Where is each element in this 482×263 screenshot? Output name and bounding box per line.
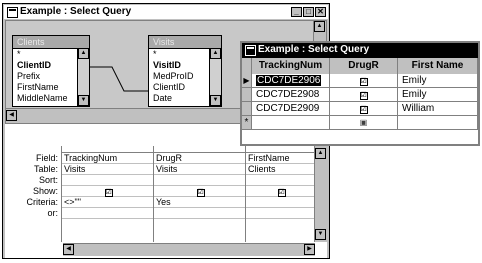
column-header-drugr[interactable]: DrugR bbox=[330, 58, 398, 74]
grid-criteria-cell[interactable]: Yes bbox=[154, 197, 245, 208]
minimize-button[interactable]: _ bbox=[291, 7, 302, 17]
show-checkbox[interactable]: ☑ bbox=[277, 189, 286, 197]
visits-scrollbar[interactable]: ▲ ▼ bbox=[209, 48, 221, 106]
drugr-checkbox[interactable]: ☑ bbox=[359, 106, 368, 114]
close-button[interactable]: ✕ bbox=[315, 7, 326, 17]
grid-field-cell[interactable]: TrackingNum bbox=[62, 153, 153, 164]
cell-trackingnum[interactable]: CDC7DE2908 bbox=[252, 88, 330, 102]
grid-vscroll[interactable]: ▲ ▼ bbox=[314, 146, 327, 242]
grid-label-show: Show: bbox=[32, 186, 58, 196]
grid-table-cell[interactable]: Visits bbox=[62, 164, 153, 175]
scroll-up-arrow-icon[interactable]: ▲ bbox=[314, 21, 325, 32]
grid-label-sort: Sort: bbox=[38, 175, 58, 185]
new-record-selector[interactable]: * bbox=[242, 116, 252, 130]
design-grid: Field: Table: Sort: Show: Criteria: or: … bbox=[5, 146, 327, 258]
scroll-left-arrow-icon[interactable]: ◀ bbox=[6, 110, 17, 121]
cell-drugr[interactable]: ☑ bbox=[330, 88, 398, 102]
cell-trackingnum[interactable]: CDC7DE2909 bbox=[252, 102, 330, 116]
scroll-up-arrow-icon[interactable]: ▲ bbox=[315, 148, 326, 159]
query-window-titlebar[interactable]: Example : Select Query _ □ ✕ bbox=[4, 5, 328, 19]
record-selector[interactable] bbox=[242, 88, 252, 102]
datasheet-titlebar[interactable]: Example : Select Query bbox=[242, 43, 478, 58]
cell-firstname[interactable]: Emily bbox=[398, 88, 478, 102]
drugr-checkbox[interactable]: ☑ bbox=[359, 92, 368, 100]
select-all-corner[interactable] bbox=[242, 58, 252, 74]
column-header-firstname[interactable]: First Name bbox=[398, 58, 478, 74]
grid-criteria-cell[interactable] bbox=[246, 197, 315, 208]
scroll-down-arrow-icon[interactable]: ▼ bbox=[78, 95, 89, 106]
scroll-down-arrow-icon[interactable]: ▼ bbox=[210, 95, 221, 106]
maximize-button[interactable]: □ bbox=[303, 7, 314, 17]
record-selector[interactable]: ▶ bbox=[242, 74, 252, 88]
scroll-down-arrow-icon[interactable]: ▼ bbox=[315, 229, 326, 240]
cell-trackingnum-value: CDC7DE2906 bbox=[256, 75, 322, 86]
cell-drugr[interactable]: ☑ bbox=[330, 102, 398, 116]
grid-field-cell[interactable]: DrugR bbox=[154, 153, 245, 164]
join-line[interactable] bbox=[90, 61, 150, 101]
new-cell-trackingnum[interactable] bbox=[252, 116, 330, 130]
cell-drugr[interactable]: ☑ bbox=[330, 74, 398, 88]
grid-label-field: Field: bbox=[35, 153, 58, 163]
cell-firstname[interactable]: Emily bbox=[398, 74, 478, 88]
cell-firstname[interactable]: William bbox=[398, 102, 478, 116]
clients-scrollbar[interactable]: ▲ ▼ bbox=[77, 48, 89, 106]
grid-criteria-cell[interactable]: <>"" bbox=[62, 197, 153, 208]
grid-table-cell[interactable]: Visits bbox=[154, 164, 245, 175]
cell-trackingnum[interactable]: CDC7DE2906 bbox=[252, 74, 330, 88]
grid-hscroll[interactable]: ◀ ▶ bbox=[63, 243, 315, 256]
show-checkbox[interactable]: ☑ bbox=[104, 189, 113, 197]
datasheet-body: TrackingNum DrugR First Name ▶ CDC7DE290… bbox=[242, 58, 478, 144]
grid-label-criteria: Criteria: bbox=[26, 197, 58, 207]
query-window-title: Example : Select Query bbox=[20, 6, 132, 17]
grid-table-cell[interactable]: Clients bbox=[246, 164, 315, 175]
grid-show-cell[interactable]: ☑ bbox=[246, 186, 315, 197]
clients-table-box[interactable]: Clients * ClientID Prefix FirstName Midd… bbox=[12, 35, 90, 107]
grid-label-or: or: bbox=[47, 208, 58, 218]
grid-label-table: Table: bbox=[33, 164, 58, 174]
scroll-right-arrow-icon[interactable]: ▶ bbox=[304, 244, 315, 255]
datasheet-title: Example : Select Query bbox=[258, 44, 370, 55]
app-icon bbox=[7, 7, 18, 18]
app-icon bbox=[245, 45, 256, 56]
new-cell-firstname[interactable] bbox=[398, 116, 478, 130]
grid-show-cell[interactable]: ☑ bbox=[62, 186, 153, 197]
drugr-checkbox[interactable]: ☑ bbox=[359, 78, 368, 86]
new-cell-drugr[interactable]: ▣ bbox=[330, 116, 398, 130]
grid-field-cell[interactable]: FirstName bbox=[246, 153, 315, 164]
visits-table-box[interactable]: Visits * VisitID MedProID ClientID Date … bbox=[148, 35, 222, 107]
show-checkbox[interactable]: ☑ bbox=[196, 189, 205, 197]
scroll-up-arrow-icon[interactable]: ▲ bbox=[210, 48, 221, 59]
datasheet-window: Example : Select Query TrackingNum DrugR… bbox=[240, 41, 480, 146]
column-header-trackingnum[interactable]: TrackingNum bbox=[252, 58, 330, 74]
record-selector[interactable] bbox=[242, 102, 252, 116]
scroll-left-arrow-icon[interactable]: ◀ bbox=[63, 244, 74, 255]
scroll-up-arrow-icon[interactable]: ▲ bbox=[78, 48, 89, 59]
new-row-checkbox[interactable]: ▣ bbox=[360, 118, 368, 127]
grid-show-cell[interactable]: ☑ bbox=[154, 186, 245, 197]
